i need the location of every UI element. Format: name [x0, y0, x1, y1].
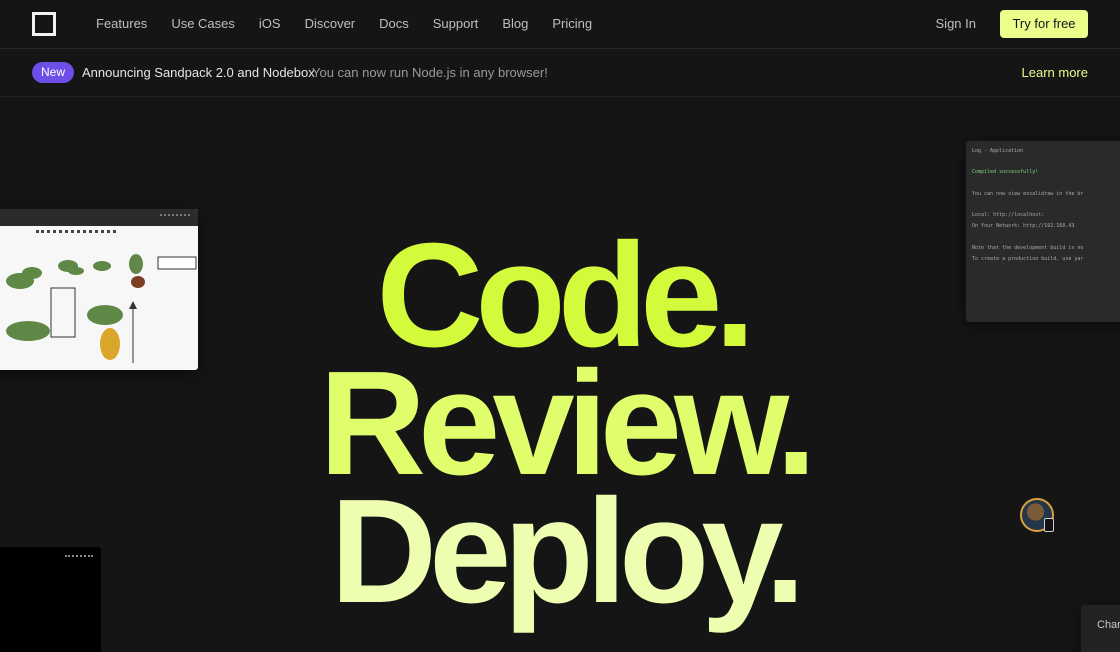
nav-links: Features Use Cases iOS Discover Docs Sup…	[96, 16, 592, 32]
landing-page: Features Use Cases iOS Discover Docs Sup…	[0, 0, 1120, 652]
terminal-title: Log - Application	[972, 148, 1024, 154]
nav-link-docs[interactable]: Docs	[379, 16, 409, 32]
hero-line-deploy: Deploy.	[330, 469, 806, 634]
square-logo-icon[interactable]	[32, 12, 56, 36]
nav-link-ios[interactable]: iOS	[259, 16, 281, 32]
nav-link-use-cases[interactable]: Use Cases	[171, 16, 235, 32]
terminal-line: Compiled successfully!	[972, 169, 1039, 175]
nav-link-support[interactable]: Support	[433, 16, 479, 32]
terminal-line: Local: http://localhost:	[972, 212, 1045, 218]
new-badge: New	[32, 62, 75, 83]
nav-link-blog[interactable]: Blog	[502, 16, 528, 32]
sign-in-link[interactable]: Sign In	[936, 16, 976, 31]
try-for-free-button[interactable]: Try for free	[1000, 10, 1088, 38]
top-navigation: Features Use Cases iOS Discover Docs Sup…	[0, 0, 1120, 49]
announcement-title: Announcing Sandpack 2.0 and Nodebox	[82, 65, 315, 80]
nav-link-features[interactable]: Features	[96, 16, 147, 32]
terminal-line: You can now view excalidraw in the br	[972, 191, 1084, 197]
nav-link-pricing[interactable]: Pricing	[552, 16, 592, 32]
announcement-subtitle: You can now run Node.js in any browser!	[312, 65, 548, 80]
nav-link-discover[interactable]: Discover	[305, 16, 356, 32]
announcement-bar: New Announcing Sandpack 2.0 and Nodebox …	[0, 49, 1120, 97]
learn-more-link[interactable]: Learn more	[1022, 65, 1088, 80]
